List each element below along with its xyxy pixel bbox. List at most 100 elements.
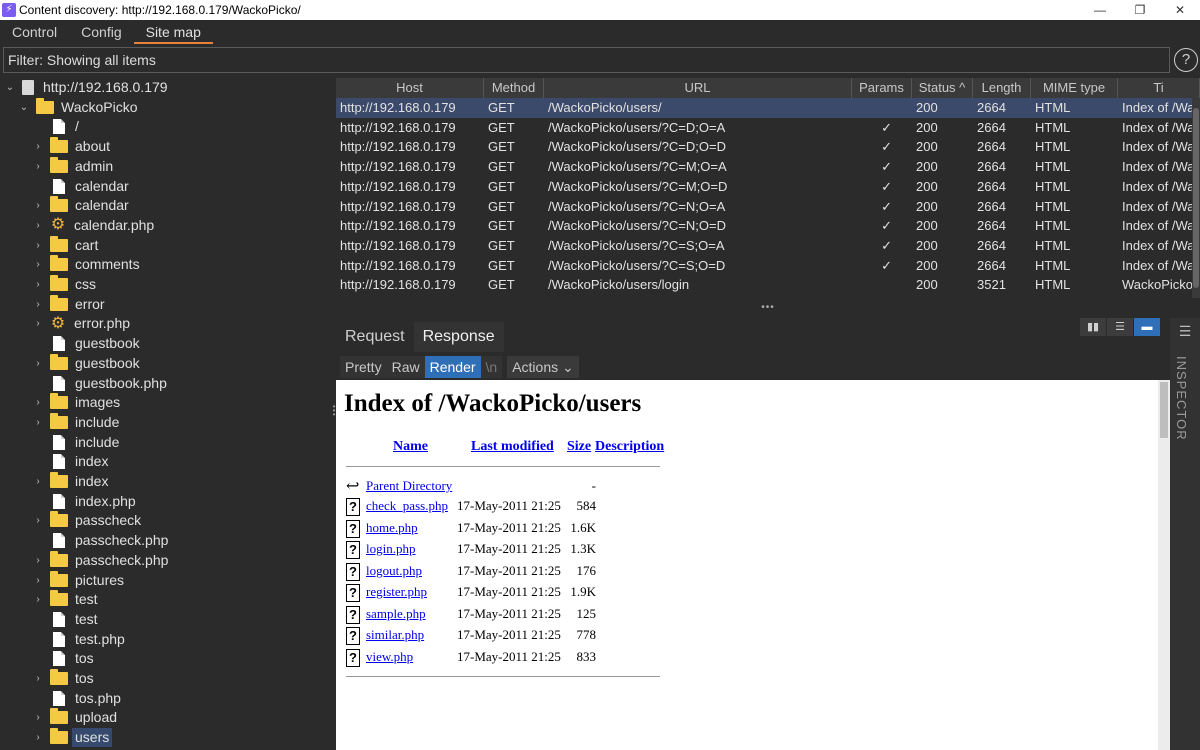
column-header-length[interactable]: Length — [973, 78, 1031, 98]
tree-node[interactable]: ›tos — [32, 649, 94, 668]
column-header-mime-type[interactable]: MIME type — [1031, 78, 1118, 98]
chevron-right-icon[interactable]: › — [32, 669, 44, 688]
tree-node[interactable]: ›tos.php — [32, 689, 121, 708]
tree-node[interactable]: ›index — [32, 452, 108, 471]
column-header-status[interactable]: Status ^ — [912, 78, 973, 98]
tree-node[interactable]: › passcheck — [32, 511, 141, 530]
tree-node[interactable]: ›include — [32, 412, 119, 432]
raw-button[interactable]: Raw — [386, 356, 425, 378]
chevron-down-icon[interactable]: ⌄ — [4, 78, 16, 97]
file-link[interactable]: check_pass.php — [366, 498, 448, 514]
horizontal-splitter-grip[interactable]: ••• — [760, 302, 776, 313]
tab-response[interactable]: Response — [413, 322, 504, 352]
pretty-button[interactable]: Pretty — [340, 356, 387, 378]
tree-node[interactable]: ›test.php — [32, 630, 125, 649]
table-scrollbar[interactable] — [1192, 98, 1200, 298]
column-size-link[interactable]: Size — [567, 439, 591, 455]
file-link[interactable]: logout.php — [366, 563, 422, 579]
tree-node[interactable]: ›include — [32, 433, 119, 452]
column-header-host[interactable]: Host — [336, 78, 484, 98]
table-row[interactable]: http://192.168.0.179 GET/WackoPicko/users… — [336, 177, 1200, 197]
tree-node[interactable]: ›calendar — [32, 177, 129, 196]
tree-node[interactable]: › ⚙ calendar.php — [32, 216, 154, 235]
column-last-modified-link[interactable]: Last modified — [471, 439, 554, 455]
chevron-right-icon[interactable]: › — [32, 196, 44, 215]
chevron-right-icon[interactable]: › — [32, 590, 44, 609]
parent-directory-link[interactable]: Parent Directory — [366, 478, 452, 494]
tree-node[interactable]: ›tos — [32, 669, 94, 688]
tree-node[interactable]: › css — [32, 275, 96, 294]
chevron-right-icon[interactable]: › — [32, 551, 44, 570]
column-header-params[interactable]: Params — [852, 78, 912, 98]
newline-toggle-button[interactable]: \n — [480, 356, 503, 378]
table-row[interactable]: http://192.168.0.179 GET/WackoPicko/users… — [336, 216, 1200, 236]
file-link[interactable]: sample.php — [366, 606, 426, 622]
tree-node[interactable]: ›passcheck.php — [32, 531, 168, 550]
filter-field[interactable]: Filter: Showing all items — [3, 47, 1170, 73]
render-scrollbar-thumb[interactable] — [1160, 382, 1168, 438]
file-link[interactable]: register.php — [366, 584, 427, 600]
chevron-right-icon[interactable]: › — [32, 472, 44, 491]
inspector-label[interactable]: INSPECTOR — [1174, 356, 1189, 441]
layout-tabs-icon[interactable]: ▬ — [1134, 318, 1160, 336]
table-row[interactable]: http://192.168.0.179 GET/WackoPicko/users… — [336, 98, 1200, 118]
help-icon[interactable]: ? — [1174, 48, 1198, 72]
tree-node[interactable]: › images — [32, 393, 120, 412]
column-header-title[interactable]: Ti — [1118, 78, 1200, 98]
tree-node[interactable]: ⌄ WackoPicko — [18, 97, 138, 117]
tree-node[interactable]: ›passcheck.php — [32, 550, 168, 570]
chevron-right-icon[interactable]: › — [32, 354, 44, 373]
chevron-right-icon[interactable]: › — [32, 295, 44, 314]
table-row[interactable]: http://192.168.0.179 GET/WackoPicko/users… — [336, 236, 1200, 256]
tree-node[interactable]: ⌄ http://192.168.0.179 — [4, 78, 168, 97]
file-link[interactable]: view.php — [366, 649, 413, 665]
tab-config[interactable]: Config — [69, 20, 133, 44]
tree-node[interactable]: › users — [32, 728, 113, 748]
close-button[interactable]: ✕ — [1160, 0, 1200, 20]
chevron-right-icon[interactable]: › — [32, 216, 44, 235]
column-header-method[interactable]: Method — [484, 78, 544, 98]
render-scrollbar[interactable] — [1158, 380, 1170, 750]
tree-node[interactable]: ›test — [32, 610, 98, 629]
restore-button[interactable]: ❐ — [1120, 0, 1160, 20]
tree-node[interactable]: › error — [32, 294, 105, 314]
tree-node[interactable]: › comments — [32, 255, 140, 274]
chevron-right-icon[interactable]: › — [32, 393, 44, 412]
chevron-right-icon[interactable]: › — [32, 255, 44, 274]
chevron-right-icon[interactable]: › — [32, 571, 44, 590]
table-row[interactable]: http://192.168.0.179 GET/WackoPicko/users… — [336, 157, 1200, 177]
tree-node[interactable]: ›guestbook — [32, 353, 140, 373]
actions-dropdown[interactable]: Actions ⌄ — [507, 356, 579, 378]
tree-node[interactable]: ›test — [32, 590, 98, 609]
column-name-link[interactable]: Name — [393, 439, 428, 455]
chevron-right-icon[interactable]: › — [32, 236, 44, 255]
tree-node[interactable]: ›index.php — [32, 492, 136, 511]
chevron-right-icon[interactable]: › — [32, 511, 44, 530]
table-row[interactable]: http://192.168.0.179 GET/WackoPicko/users… — [336, 275, 1200, 295]
tree-node[interactable]: › pictures — [32, 570, 124, 590]
tree-node[interactable]: › admin — [32, 156, 113, 176]
file-link[interactable]: home.php — [366, 520, 418, 536]
tree-node[interactable]: ›/ — [32, 117, 79, 136]
tree-node[interactable]: › upload — [32, 708, 117, 727]
table-row[interactable]: http://192.168.0.179 GET/WackoPicko/users… — [336, 137, 1200, 157]
layout-side-by-side-icon[interactable]: ▮▮ — [1080, 318, 1106, 336]
chevron-right-icon[interactable]: › — [32, 157, 44, 176]
minimize-button[interactable]: — — [1080, 0, 1120, 20]
inspector-panel[interactable]: ☰ INSPECTOR — [1170, 318, 1200, 750]
column-description-link[interactable]: Description — [595, 439, 664, 455]
chevron-down-icon[interactable]: ⌄ — [18, 98, 30, 117]
tree-node[interactable]: ›index — [32, 472, 108, 491]
chevron-right-icon[interactable]: › — [32, 275, 44, 294]
table-row[interactable]: http://192.168.0.179 GET/WackoPicko/users… — [336, 256, 1200, 276]
table-row[interactable]: http://192.168.0.179 GET/WackoPicko/users… — [336, 197, 1200, 217]
layout-stacked-icon[interactable]: ☰ — [1107, 318, 1133, 336]
table-scrollbar-thumb[interactable] — [1193, 108, 1199, 288]
table-row[interactable]: http://192.168.0.179 GET/WackoPicko/users… — [336, 118, 1200, 138]
tree-node[interactable]: ›guestbook — [32, 334, 140, 353]
chevron-right-icon[interactable]: › — [32, 708, 44, 727]
tab-site-map[interactable]: Site map — [133, 20, 213, 44]
tree-node[interactable]: ›calendar — [32, 196, 129, 215]
tab-request[interactable]: Request — [336, 322, 414, 352]
tree-node[interactable]: › cart — [32, 235, 98, 255]
